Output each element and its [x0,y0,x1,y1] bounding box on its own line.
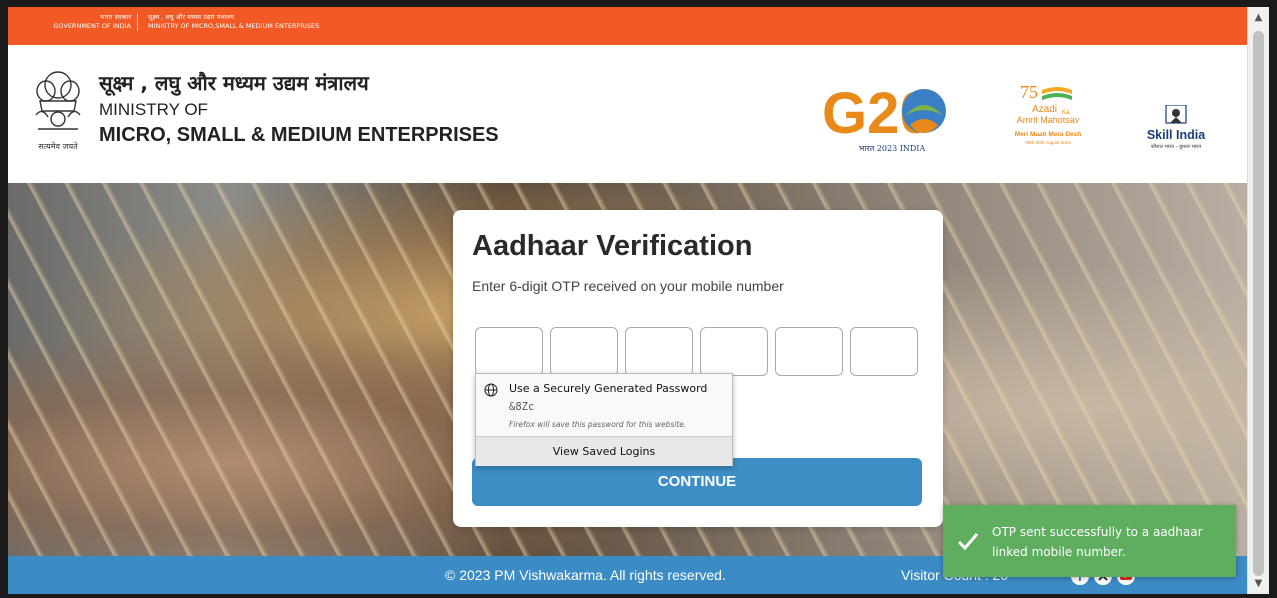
scroll-down-arrow-icon[interactable]: ▼ [1252,577,1265,590]
copyright-text: © 2023 PM Vishwakarma. All rights reserv… [445,567,726,583]
otp-digit-4[interactable] [700,327,768,376]
ministry-small-hindi: सूक्ष्म , लघु और मध्यम उद्यम मंत्रालय [148,13,235,21]
gov-label-english: GOVERNMENT OF INDIA [53,22,131,30]
site-header: सत्यमेव जयते सूक्ष्म , लघु और मध्यम उद्य… [8,45,1247,183]
otp-digit-2[interactable] [550,327,618,376]
scrollbar-thumb[interactable] [1253,31,1264,576]
skill-india-subtitle: कौशल भारत - कुशल भारत [1151,143,1201,150]
card-subtitle: Enter 6-digit OTP received on your mobil… [472,278,784,294]
otp-digit-3[interactable] [625,327,693,376]
globe-icon [484,383,498,397]
vertical-scrollbar[interactable]: ▲ ▼ [1247,7,1269,594]
skill-india-title: Skill India [1147,128,1206,142]
government-bar: भारत सरकार GOVERNMENT OF INDIA सूक्ष्म ,… [8,7,1247,45]
password-suggestion-popup: Use a Securely Generated Password &8Zc F… [475,373,733,466]
browser-viewport: भारत सरकार GOVERNMENT OF INDIA सूक्ष्म ,… [8,7,1269,594]
g20-logo: G20 भारत 2023 INDIA [822,81,946,153]
national-emblem-icon: सत्यमेव जयते [35,71,81,151]
svg-text:75: 75 [1020,82,1038,102]
azadi-line4: 09th-30th August 2023 [1025,140,1071,145]
generated-password-value: &8Zc [509,401,535,413]
otp-digit-1[interactable] [475,327,543,376]
otp-digit-5[interactable] [775,327,843,376]
government-of-india-label: भारत सरकार GOVERNMENT OF INDIA [28,13,138,31]
azadi-line3: Meri Maati Mera Desh [1015,131,1081,138]
view-saved-logins-button[interactable]: View Saved Logins [476,437,732,466]
gov-label-hindi: भारत सरकार [99,13,131,21]
otp-digit-6[interactable] [850,327,918,376]
check-icon [957,533,979,551]
ministry-small-english: MINISTRY OF MICRO,SMALL & MEDIUM ENTERPR… [148,22,320,30]
skill-india-logo: Skill India कौशल भारत - कुशल भारत [1147,105,1206,150]
ministry-small-label: सूक्ष्म , लघु और मध्यम उद्यम मंत्रालय MI… [148,13,319,31]
generated-password-title: Use a Securely Generated Password [509,382,708,395]
aadhaar-verification-card: Aadhaar Verification Enter 6-digit OTP r… [453,210,943,527]
emblem-motto: सत्यमेव जयते [38,141,78,151]
g20-subtitle: भारत 2023 INDIA [859,144,926,153]
azadi-ka-amrit-mahotsav-logo: 75 Azadi Ka Amrit Mahotsav Meri Maati Me… [1015,82,1081,145]
otp-sent-toast[interactable]: OTP sent successfully to a aadhaar linke… [943,505,1236,577]
ministry-of-label: MINISTRY OF [99,100,208,119]
azadi-line1: Azadi [1032,104,1057,115]
azadi-line2: Amrit Mahotsav [1017,115,1080,125]
generated-password-note: Firefox will save this password for this… [509,420,687,429]
toast-message: OTP sent successfully to a aadhaar linke… [992,525,1203,559]
card-title: Aadhaar Verification [472,230,753,262]
ministry-title-english: MICRO, SMALL & MEDIUM ENTERPRISES [99,124,499,146]
ministry-title-hindi: सूक्ष्म , लघु और मध्यम उद्यम मंत्रालय [99,71,369,95]
scroll-up-arrow-icon[interactable]: ▲ [1252,11,1265,24]
